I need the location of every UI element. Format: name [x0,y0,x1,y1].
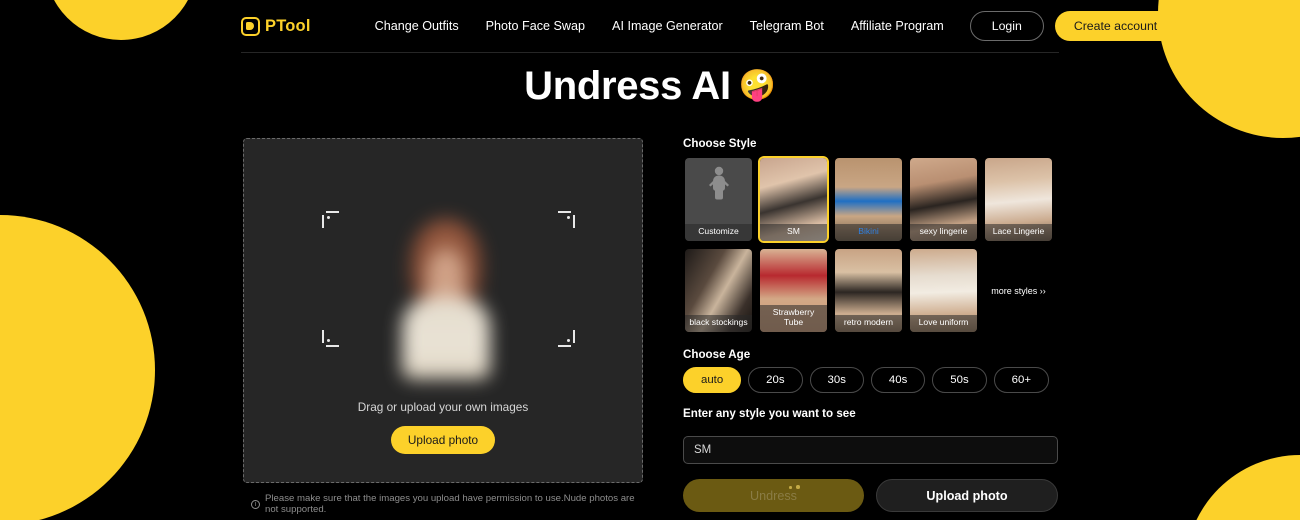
crop-corner-bottom-right [554,326,575,347]
style-tile-customize[interactable]: Customize [683,156,754,243]
nav-link-ai-image-generator[interactable]: AI Image Generator [612,19,723,33]
undress-button[interactable]: Undress [683,479,864,512]
crop-corner-bottom-left [322,326,343,347]
party-face-emoji: 🤪 [738,69,776,102]
main-nav: Change Outfits Photo Face Swap AI Image … [375,19,944,33]
brand-name: PTool [265,16,311,35]
sparkle-icon [789,486,792,489]
choose-style-label: Choose Style [683,137,757,150]
brand-logo[interactable]: PTool [241,16,311,36]
style-tile-love-uniform[interactable]: Love uniform [908,247,979,334]
age-option-60plus[interactable]: 60+ [993,367,1049,393]
page-title: Undress AI 🤪 [0,64,1300,109]
style-tile-label: black stockings [685,315,752,332]
age-selector: auto 20s 30s 40s 50s 60+ [683,367,1058,393]
login-button[interactable]: Login [969,11,1044,41]
p-logo-icon [241,16,260,36]
age-option-50s[interactable]: 50s [932,367,987,393]
style-tile-label: sexy lingerie [910,224,977,241]
image-dropzone[interactable]: Drag or upload your own images Upload ph… [243,138,643,483]
style-tile-strawberry-tube[interactable]: Strawberry Tube [758,247,829,334]
style-tile-sm[interactable]: SM [758,156,829,243]
age-option-20s[interactable]: 20s [748,367,803,393]
style-tile-bikini[interactable]: Bikini [833,156,904,243]
style-tile-label: Lace Lingerie [985,224,1052,241]
nav-link-change-outfits[interactable]: Change Outfits [375,19,459,33]
page-title-text: Undress AI [524,64,731,108]
options-column: Choose Style Customize SM Bikini sexy li… [683,137,1058,512]
undress-button-label: Undress [750,488,797,503]
style-tile-more-styles[interactable]: more styles ›› [983,247,1054,334]
style-tile-label: Love uniform [910,315,977,332]
decor-circle-bottom-right [1185,455,1300,520]
disclaimer-text: Please make sure that the images you upl… [265,493,635,515]
style-tile-retro-modern[interactable]: retro modern [833,247,904,334]
create-account-button[interactable]: Create account [1054,11,1177,41]
site-header: PTool Change Outfits Photo Face Swap AI … [241,0,1177,53]
age-option-40s[interactable]: 40s [870,367,926,393]
more-styles-label: more styles ›› [991,285,1046,296]
upload-column: Drag or upload your own images Upload ph… [243,138,643,515]
decor-circle-top-left [45,0,197,40]
upload-disclaimer: i Please make sure that the images you u… [243,493,643,515]
style-tile-label: Bikini [835,224,902,241]
style-tile-label: Customize [685,224,752,241]
age-option-30s[interactable]: 30s [809,367,864,393]
app-root: PTool Change Outfits Photo Face Swap AI … [0,0,1300,520]
choose-age-label: Choose Age [683,348,751,361]
info-circle-icon: i [251,499,260,509]
crop-corner-top-right [554,211,575,232]
style-tile-black-stockings[interactable]: black stockings [683,247,754,334]
style-grid: Customize SM Bikini sexy lingerie Lace L… [683,156,1058,334]
sparkle-icon [796,485,800,489]
style-tile-sexy-lingerie[interactable]: sexy lingerie [908,156,979,243]
upload-photo-button[interactable]: Upload photo [390,426,496,454]
style-tile-lace-lingerie[interactable]: Lace Lingerie [983,156,1054,243]
placeholder-photo [396,219,496,379]
body-figure-icon [708,166,729,200]
custom-style-input[interactable] [683,436,1058,464]
upload-photo-button-secondary[interactable]: Upload photo [876,479,1058,512]
nav-link-telegram-bot[interactable]: Telegram Bot [750,19,824,33]
crop-corner-top-left [322,211,343,232]
nav-link-photo-face-swap[interactable]: Photo Face Swap [486,19,585,33]
style-tile-label: SM [760,224,827,241]
custom-style-label: Enter any style you want to see [683,407,856,420]
style-tile-label: Strawberry Tube [760,305,827,332]
age-option-auto[interactable]: auto [683,367,742,393]
action-buttons: Undress Upload photo [683,479,1058,512]
dropzone-hint: Drag or upload your own images [357,400,529,414]
decor-circle-bottom-left [0,215,155,520]
nav-link-affiliate-program[interactable]: Affiliate Program [851,19,944,33]
style-tile-label: retro modern [835,315,902,332]
